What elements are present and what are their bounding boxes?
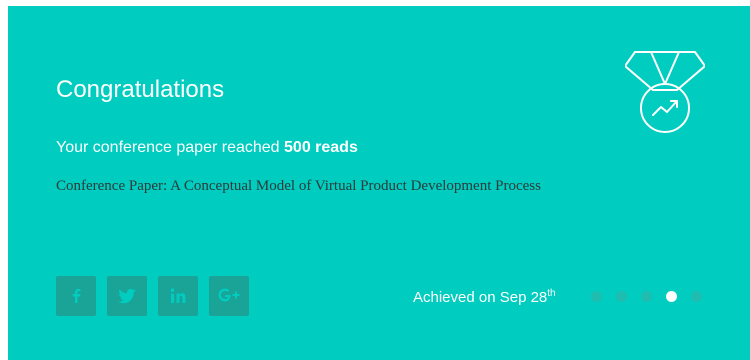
- date-ordinal-suffix: th: [547, 288, 556, 299]
- google-plus-share-button[interactable]: [209, 276, 249, 316]
- carousel-dot[interactable]: [641, 291, 652, 302]
- facebook-share-button[interactable]: [56, 276, 96, 316]
- linkedin-icon: [170, 288, 186, 303]
- carousel-dot[interactable]: [691, 291, 702, 302]
- achieved-date: Achieved on Sep 28th: [413, 288, 556, 306]
- google-plus-icon: [218, 288, 240, 302]
- card-title: Congratulations: [56, 76, 225, 103]
- carousel-pagination: [591, 291, 702, 302]
- carousel-dot[interactable]: [616, 291, 627, 302]
- facebook-icon: [72, 289, 81, 303]
- achievement-message: Your conference paper reached 500 reads: [56, 139, 358, 157]
- twitter-share-button[interactable]: [107, 276, 147, 316]
- carousel-dot[interactable]: [591, 291, 602, 302]
- achieved-date-text: Achieved on Sep 28: [413, 289, 548, 306]
- achievement-card: Congratulations Your conference paper re…: [8, 6, 750, 360]
- medal-trend-icon: [625, 51, 705, 133]
- linkedin-share-button[interactable]: [158, 276, 198, 316]
- twitter-icon: [118, 288, 136, 304]
- carousel-dot-active[interactable]: [666, 291, 677, 302]
- social-share-buttons: [56, 276, 249, 316]
- reads-count: 500 reads: [284, 139, 358, 156]
- message-prefix: Your conference paper reached: [56, 139, 285, 156]
- paper-title: Conference Paper: A Conceptual Model of …: [56, 178, 541, 194]
